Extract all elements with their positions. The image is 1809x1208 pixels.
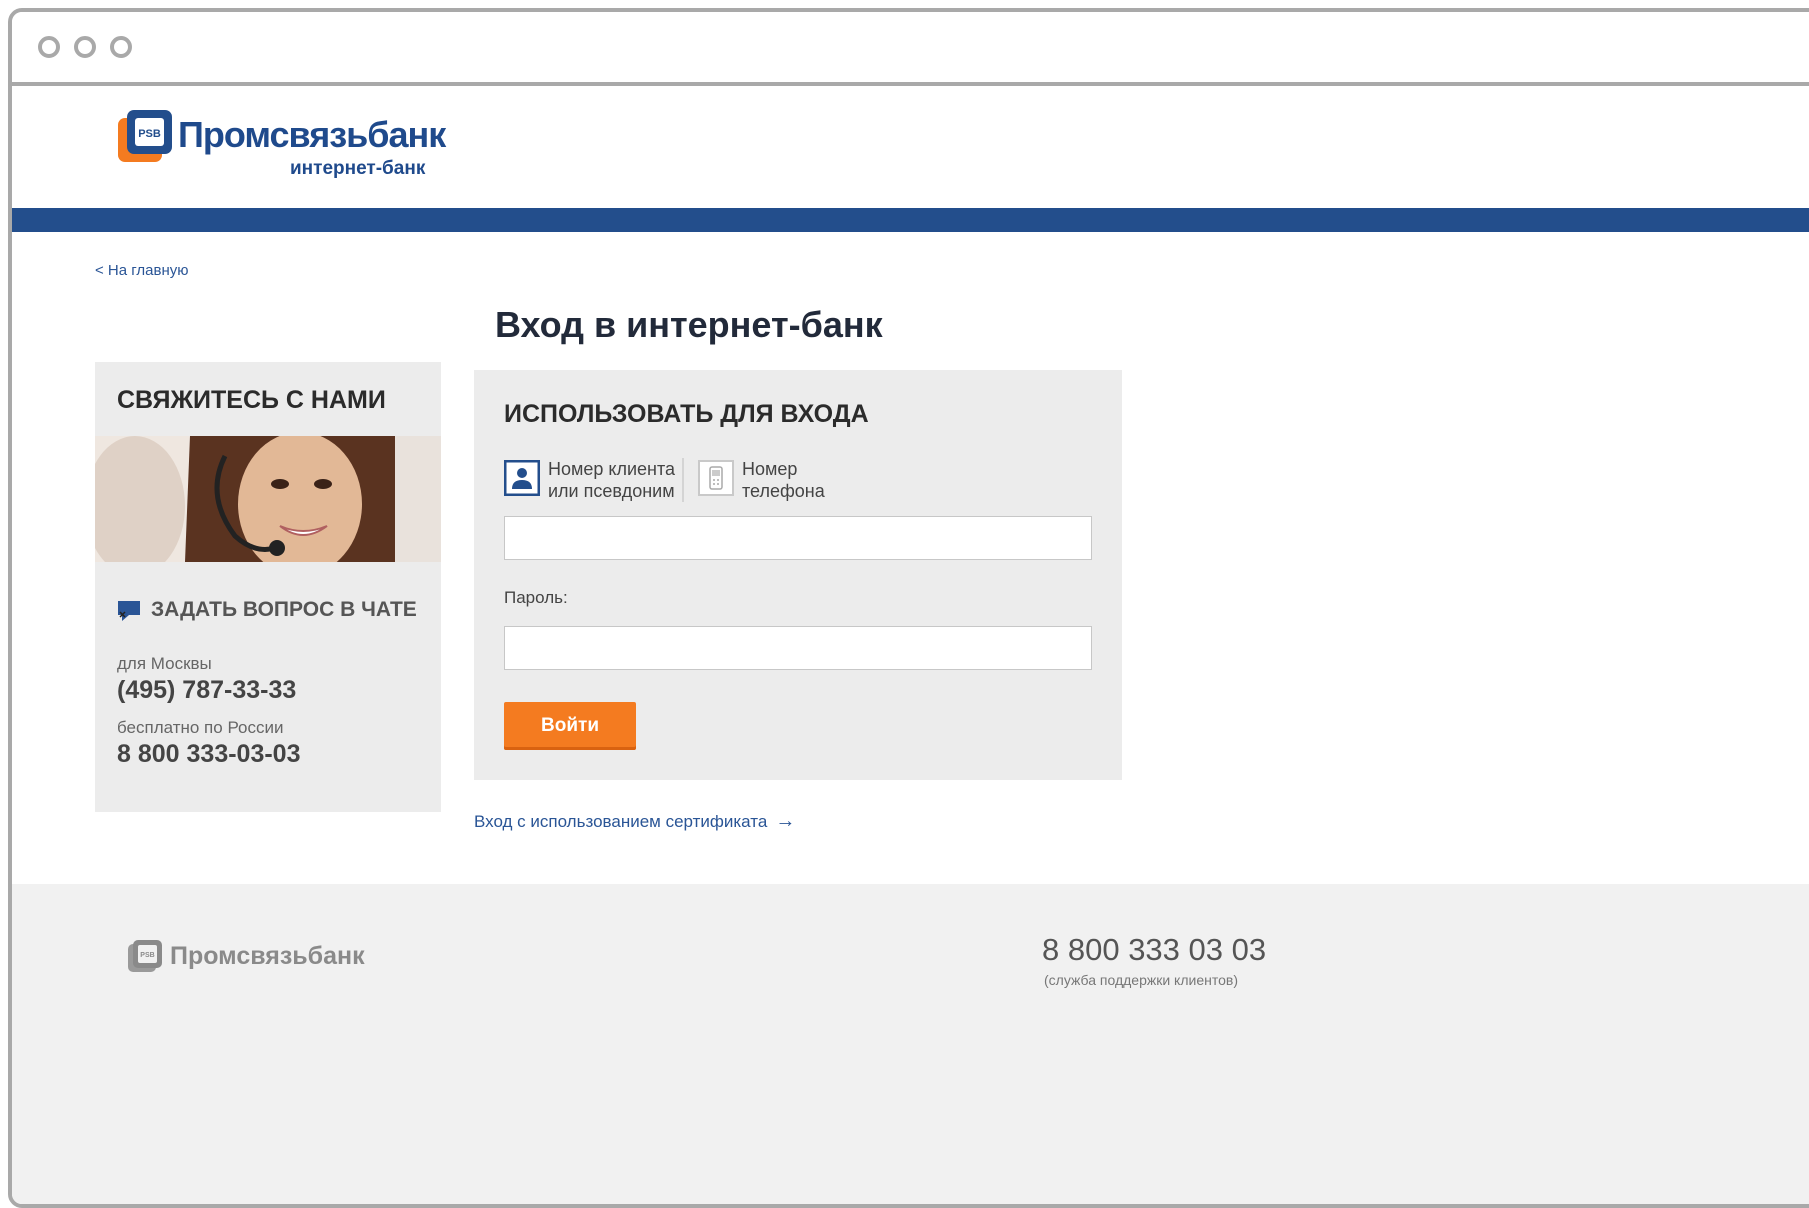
bank-logo-subtitle: интернет-банк	[290, 158, 426, 179]
moscow-phone-label: для Москвы	[117, 654, 212, 673]
option-label-line: Номер клиента	[548, 459, 676, 479]
bank-logo-icon[interactable]: PSB	[118, 110, 172, 164]
russia-phone-label: бесплатно по России	[117, 718, 284, 737]
password-input[interactable]	[504, 626, 1092, 670]
window-control-dot[interactable]	[74, 36, 96, 58]
operator-image	[95, 436, 441, 562]
option-label-line: Номер	[742, 459, 798, 479]
page-title: Вход в интернет-банк	[495, 304, 883, 345]
certificate-login-label[interactable]: Вход с использованием сертификата	[474, 812, 767, 831]
site-footer: PSB Промсвязьбанк 8 800 333 03 03 (служб…	[12, 884, 1809, 1204]
svg-text:PSB: PSB	[138, 128, 161, 140]
login-form: ИСПОЛЬЗОВАТЬ ДЛЯ ВХОДА Номер клиента или…	[474, 370, 1122, 780]
login-method-title: ИСПОЛЬЗОВАТЬ ДЛЯ ВХОДА	[504, 400, 869, 428]
chat-label[interactable]: ЗАДАТЬ ВОПРОС В ЧАТЕ	[151, 598, 417, 622]
login-input[interactable]	[504, 516, 1092, 560]
login-button[interactable]: Войти	[504, 702, 636, 750]
svg-text:PSB: PSB	[140, 952, 154, 959]
login-option-client-number[interactable]: Номер клиента или псевдоним	[504, 458, 675, 508]
option-divider	[682, 458, 684, 502]
user-icon	[504, 460, 540, 496]
footer-phone-note: (служба поддержки клиентов)	[1044, 972, 1238, 988]
certificate-login-link[interactable]: Вход с использованием сертификата →	[474, 810, 795, 833]
support-operator-photo	[95, 436, 441, 562]
browser-window: PSB Промсвязьбанк интернет-банк < На гла…	[8, 8, 1809, 1208]
site-header: PSB Промсвязьбанк интернет-банк	[12, 86, 1809, 212]
password-label: Пароль:	[504, 588, 568, 607]
contact-panel: СВЯЖИТЕСЬ С НАМИ ЗАДАТЬ ВОПРОС В ЧАТЕ дл…	[95, 362, 441, 812]
footer-logo-text[interactable]: Промсвязьбанк	[170, 942, 365, 971]
phone-icon	[698, 460, 734, 496]
header-accent-bar	[12, 208, 1809, 232]
chat-icon	[118, 601, 140, 621]
moscow-phone-number[interactable]: (495) 787-33-33	[117, 676, 296, 705]
window-control-dot[interactable]	[38, 36, 60, 58]
window-control-dot[interactable]	[110, 36, 132, 58]
russia-phone-number[interactable]: 8 800 333-03-03	[117, 740, 300, 769]
footer-support-phone[interactable]: 8 800 333 03 03	[1042, 932, 1266, 968]
window-titlebar	[12, 12, 1809, 86]
option-label-line: телефона	[742, 481, 825, 501]
option-label-line: или псевдоним	[548, 481, 675, 501]
footer-logo-icon[interactable]: PSB	[128, 940, 162, 974]
bank-logo-text[interactable]: Промсвязьбанк	[178, 114, 446, 156]
contact-title: СВЯЖИТЕСЬ С НАМИ	[117, 386, 386, 414]
login-option-phone[interactable]: Номер телефона	[698, 458, 858, 508]
back-to-home-link[interactable]: < На главную	[95, 262, 189, 279]
arrow-right-icon: →	[775, 810, 796, 832]
